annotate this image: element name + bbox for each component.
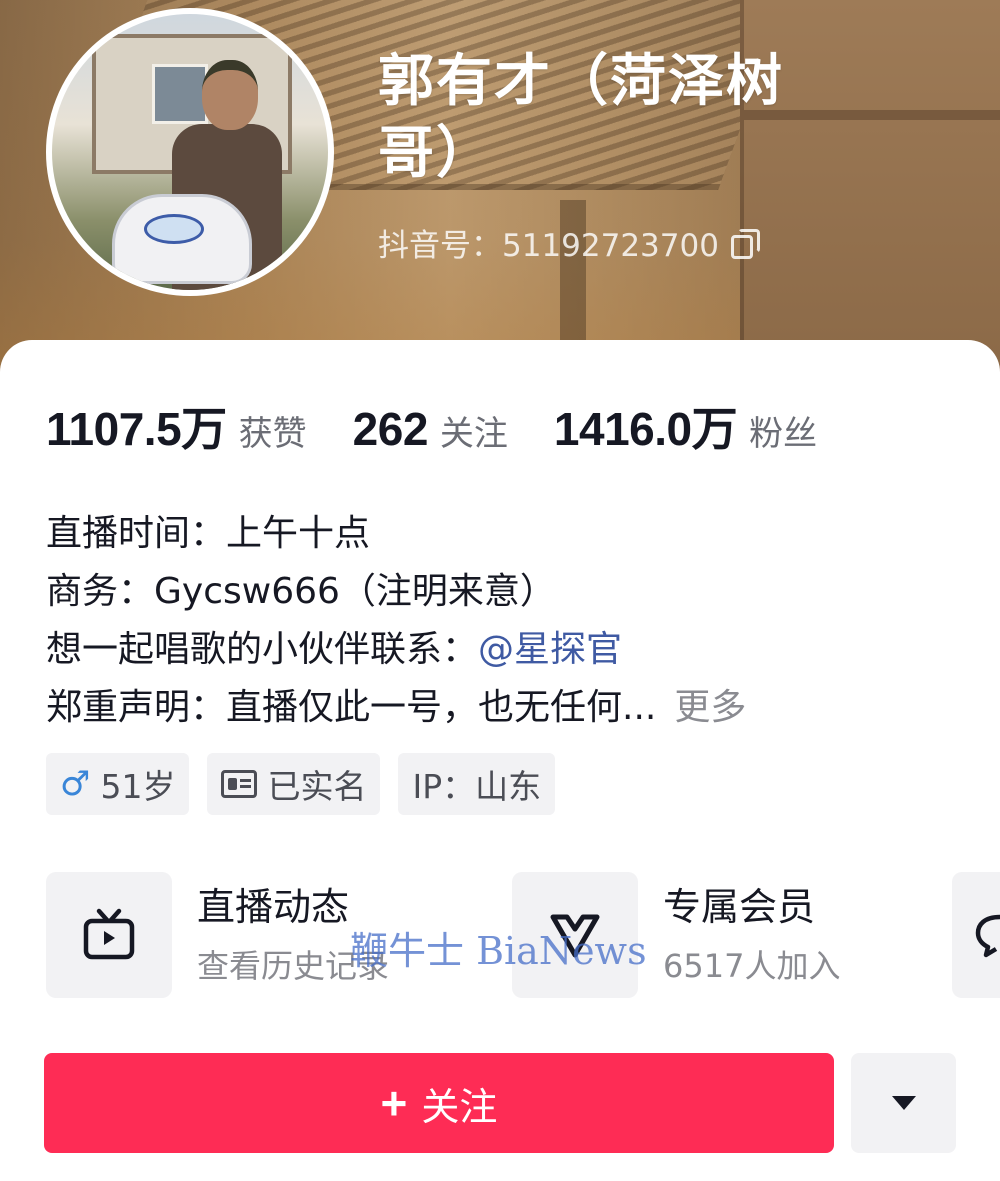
stat-followers-value: 1416.0万 xyxy=(553,403,738,455)
feature-title: 专属会员 xyxy=(663,885,816,929)
mention-link[interactable]: @星探官 xyxy=(478,629,622,670)
tag-age: ♂ 51岁 xyxy=(46,753,190,815)
tag-verified-label: 已实名 xyxy=(267,767,367,806)
tag-age-label: 51岁 xyxy=(100,767,176,806)
feature-subtitle: 6517人加入 xyxy=(663,947,841,985)
stat-followers[interactable]: 1416.0万 粉丝 xyxy=(554,393,817,459)
follow-button[interactable]: + 关注 xyxy=(44,1053,834,1153)
chat-bubble-icon xyxy=(975,914,1000,958)
bio-line-text: 想一起唱歌的小伙伴联系： xyxy=(46,629,479,670)
stat-following-label: 关注 xyxy=(439,414,508,454)
bio-line: 想一起唱歌的小伙伴联系：@星探官 xyxy=(46,621,926,679)
bio-more-link[interactable]: 更多 xyxy=(674,687,746,728)
stat-following[interactable]: 262 关注 xyxy=(353,402,508,456)
stat-likes-label: 获赞 xyxy=(238,414,307,454)
tags-row: ♂ 51岁 已实名 IP：山东 xyxy=(46,753,556,815)
id-card-icon xyxy=(221,770,258,798)
follow-button-label: 关注 xyxy=(421,1086,498,1129)
feature-icon-box xyxy=(512,872,638,998)
feature-icon-box xyxy=(952,872,1000,998)
bio-line-text: 郑重声明：直播仅此一号，也无任何... xyxy=(46,687,657,728)
bio: 直播时间：上午十点 商务：Gycsw666（注明来意） 想一起唱歌的小伙伴联系：… xyxy=(46,505,926,737)
stat-following-value: 262 xyxy=(352,403,429,455)
stat-followers-label: 粉丝 xyxy=(749,414,818,454)
male-icon: ♂ xyxy=(60,764,91,804)
feature-subtitle: 查看历史记录 xyxy=(197,947,390,985)
caret-down-icon xyxy=(891,1096,916,1110)
plus-icon: + xyxy=(380,1077,408,1129)
stat-likes-value: 1107.5万 xyxy=(46,403,227,455)
stat-likes[interactable]: 1107.5万 获赞 xyxy=(46,393,307,459)
douyin-id: 抖音号：51192723700 xyxy=(378,227,719,264)
feature-membership[interactable]: 专属会员 6517人加入 xyxy=(512,871,840,999)
douyin-id-row[interactable]: 抖音号：51192723700 xyxy=(378,220,760,264)
feature-row: 直播动态 查看历史记录 专属会员 6517人加入 xyxy=(46,871,1000,999)
copy-icon[interactable] xyxy=(729,228,760,259)
profile-name-line1: 郭有才（菏泽树 xyxy=(378,49,784,114)
feature-chat[interactable] xyxy=(952,871,1000,999)
avatar[interactable] xyxy=(46,8,334,296)
profile-name-line2: 哥） xyxy=(378,121,494,186)
profile-name: 郭有才（菏泽树 哥） xyxy=(378,46,918,190)
bio-line: 直播时间：上午十点 xyxy=(46,513,371,554)
feature-icon-box xyxy=(46,872,172,998)
tag-ip: IP：山东 xyxy=(398,753,556,815)
tv-icon xyxy=(83,908,135,960)
stats-row: 1107.5万 获赞 262 关注 1416.0万 粉丝 xyxy=(46,393,863,456)
profile-card: 1107.5万 获赞 262 关注 1416.0万 粉丝 直播时间：上午十点 商… xyxy=(0,340,1000,1181)
tag-verified: 已实名 xyxy=(207,753,381,815)
feature-title: 直播动态 xyxy=(197,885,350,929)
more-options-button[interactable] xyxy=(851,1053,956,1153)
bio-line: 郑重声明：直播仅此一号，也无任何... 更多 xyxy=(46,679,926,737)
bio-line: 商务：Gycsw666（注明来意） xyxy=(46,571,556,612)
tag-ip-label: IP：山东 xyxy=(412,767,542,806)
heart-badge-icon xyxy=(550,914,600,958)
feature-live-history[interactable]: 直播动态 查看历史记录 xyxy=(46,871,389,999)
